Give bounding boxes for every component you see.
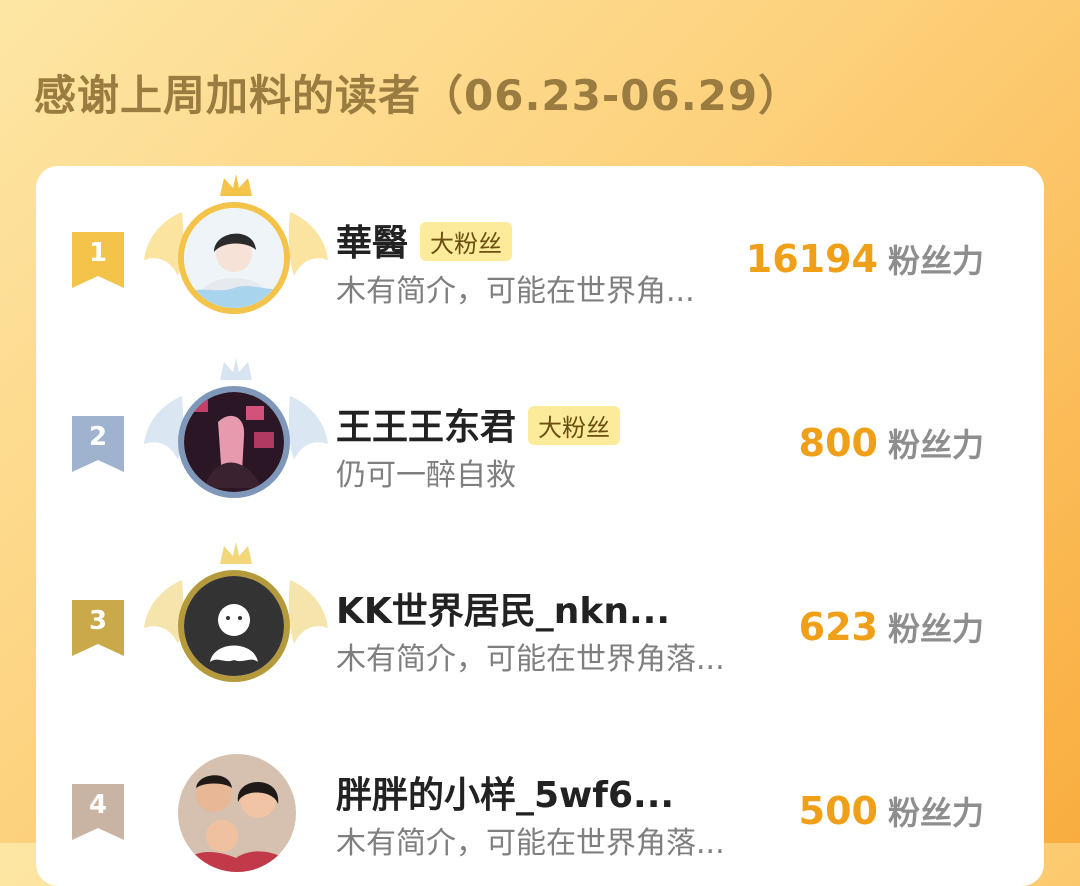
reader-bio: 仍可一醉自救 (336, 458, 516, 493)
fan-level-badge: 大粉丝 (528, 405, 621, 445)
page-title: 感谢上周加料的读者（06.23-06.29） (34, 71, 802, 120)
anime-boy-avatar[interactable] (178, 202, 290, 314)
reader-name[interactable]: 華醫 大粉丝 (336, 214, 513, 266)
reader-name[interactable]: 王王王东君 大粉丝 (336, 398, 621, 450)
rank-ribbon-icon: 2 (72, 416, 124, 472)
fan-power-score: 623 粉丝力 (798, 605, 984, 649)
reader-name[interactable]: 胖胖的小样_5wf6... (336, 766, 674, 818)
reader-bio: 木有简介，可能在世界角落... (336, 642, 725, 677)
fan-power-score: 16194 粉丝力 (745, 237, 984, 281)
reader-bio: 木有简介，可能在世界角... (336, 274, 695, 309)
list-item-rank-4[interactable]: 4 胖胖的小样_5wf6... 木有简介，可能在世界角落... 500 粉丝力 (36, 718, 1044, 878)
rank-ribbon-icon: 3 (72, 600, 124, 656)
list-item-rank-1[interactable]: 1 華醫 大粉丝 木有简介，可能在世界角... 16194 粉丝力 (36, 166, 1044, 326)
fan-power-score: 800 粉丝力 (798, 421, 984, 465)
list-item-rank-2[interactable]: 2 王王王东君 大粉丝 仍可一醉自救 800 粉丝力 (36, 350, 1044, 510)
family-photo-avatar[interactable] (178, 754, 296, 872)
rank-ribbon-icon: 1 (72, 232, 124, 288)
neon-girl-avatar[interactable] (178, 386, 290, 498)
fan-power-score: 500 粉丝力 (798, 789, 984, 833)
fan-level-badge: 大粉丝 (420, 221, 513, 261)
reader-name[interactable]: KK世界居民_nkn... (336, 582, 670, 634)
reader-bio: 木有简介，可能在世界角落... (336, 826, 725, 861)
reader-ranking-list: 1 華醫 大粉丝 木有简介，可能在世界角... 16194 粉丝力 2 王王王东… (36, 166, 1044, 886)
rank-ribbon-icon: 4 (72, 784, 124, 840)
default-ghost-avatar[interactable] (178, 570, 290, 682)
list-item-rank-3[interactable]: 3 KK世界居民_nkn... 木有简介，可能在世界角落... 623 粉丝力 (36, 534, 1044, 694)
